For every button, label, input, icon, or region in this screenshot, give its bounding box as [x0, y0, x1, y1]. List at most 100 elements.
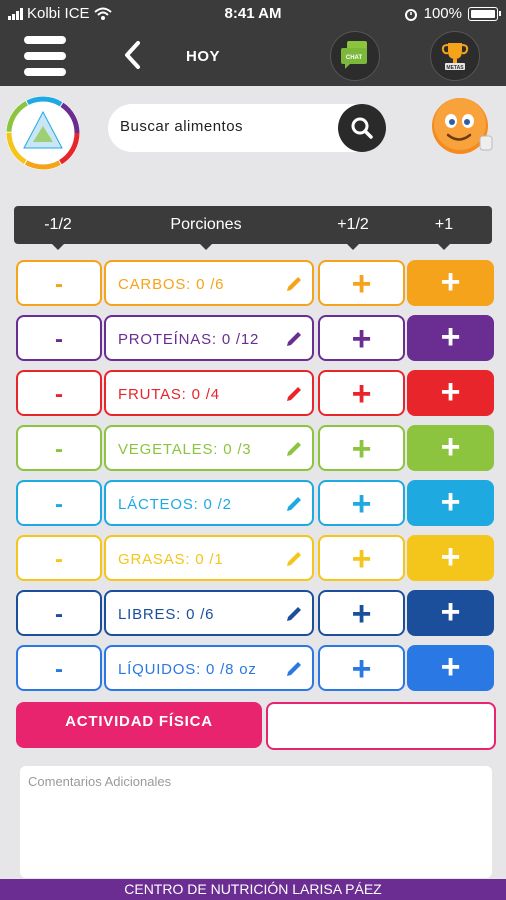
minus-half-button[interactable]: - [16, 590, 102, 636]
plus-one-button[interactable]: + [407, 370, 494, 416]
category-label-field[interactable]: FRUTAS: 0 /4 [104, 370, 314, 416]
header-plus-half: +1/2 [337, 216, 369, 233]
minus-half-button[interactable]: - [16, 370, 102, 416]
pencil-icon[interactable] [284, 329, 304, 349]
plus-one-button[interactable]: + [407, 315, 494, 361]
category-row: - FRUTAS: 0 /4 + + [16, 370, 494, 416]
actividad-fisica-input[interactable] [266, 702, 496, 750]
status-bar: Kolbi ICE 8:41 AM 100% [0, 0, 506, 28]
minus-symbol: - [55, 656, 63, 683]
plus-symbol: + [351, 595, 372, 633]
pencil-icon[interactable] [284, 604, 304, 624]
category-label-field[interactable]: VEGETALES: 0 /3 [104, 425, 314, 471]
nutrition-center-logo [6, 96, 80, 170]
minus-symbol: - [55, 271, 63, 298]
category-label: VEGETALES: 0 /3 [118, 441, 252, 458]
avatar[interactable] [430, 96, 494, 160]
header-notch [347, 244, 359, 250]
plus-symbol: + [440, 263, 461, 301]
chat-icon: CHAT [341, 41, 367, 69]
category-label: FRUTAS: 0 /4 [118, 386, 220, 403]
plus-symbol: + [351, 650, 372, 688]
plus-one-button[interactable]: + [407, 480, 494, 526]
category-label-field[interactable]: PROTEÍNAS: 0 /12 [104, 315, 314, 361]
category-label: LÁCTEOS: 0 /2 [118, 496, 232, 513]
pencil-icon[interactable] [284, 549, 304, 569]
category-row: - GRASAS: 0 /1 + + [16, 535, 494, 581]
plus-symbol: + [440, 373, 461, 411]
plus-symbol: + [440, 538, 461, 576]
trophy-icon: METAS [441, 43, 469, 71]
trophy-button[interactable]: METAS [430, 31, 480, 81]
plus-symbol: + [351, 265, 372, 303]
plus-half-button[interactable]: + [318, 590, 405, 636]
search-bar[interactable]: Buscar alimentos [108, 104, 386, 152]
actividad-fisica-button[interactable]: ACTIVIDAD FÍSICA [16, 702, 262, 748]
minus-half-button[interactable]: - [16, 480, 102, 526]
header-plus-one: +1 [434, 216, 454, 233]
plus-symbol: + [351, 485, 372, 523]
alarm-icon [404, 8, 417, 21]
page-title: HOY [186, 48, 221, 65]
minus-symbol: - [55, 546, 63, 573]
category-label-field[interactable]: CARBOS: 0 /6 [104, 260, 314, 306]
category-label: PROTEÍNAS: 0 /12 [118, 331, 260, 348]
plus-half-button[interactable]: + [318, 260, 405, 306]
pencil-icon[interactable] [284, 384, 304, 404]
category-row: - VEGETALES: 0 /3 + + [16, 425, 494, 471]
comments-placeholder: Comentarios Adicionales [28, 774, 172, 789]
pencil-icon[interactable] [284, 274, 304, 294]
minus-half-button[interactable]: - [16, 535, 102, 581]
minus-symbol: - [55, 491, 63, 518]
category-label: GRASAS: 0 /1 [118, 551, 224, 568]
plus-symbol: + [440, 483, 461, 521]
category-label: CARBOS: 0 /6 [118, 276, 225, 293]
plus-symbol: + [440, 593, 461, 631]
plus-one-button[interactable]: + [407, 645, 494, 691]
plus-half-button[interactable]: + [318, 370, 405, 416]
chat-label: CHAT [346, 55, 363, 61]
search-icon [351, 117, 373, 139]
category-label-field[interactable]: GRASAS: 0 /1 [104, 535, 314, 581]
footer-banner: CENTRO DE NUTRICIÓN LARISA PÁEZ [0, 879, 506, 900]
category-label-field[interactable]: LÁCTEOS: 0 /2 [104, 480, 314, 526]
plus-symbol: + [440, 428, 461, 466]
pencil-icon[interactable] [284, 494, 304, 514]
smiley-avatar-icon [432, 98, 493, 154]
plus-half-button[interactable]: + [318, 535, 405, 581]
chat-button[interactable]: CHAT [330, 31, 380, 81]
pencil-icon[interactable] [284, 659, 304, 679]
category-row: - PROTEÍNAS: 0 /12 + + [16, 315, 494, 361]
comments-textarea[interactable]: Comentarios Adicionales [20, 766, 492, 878]
category-label-field[interactable]: LÍQUIDOS: 0 /8 oz [104, 645, 314, 691]
plus-half-button[interactable]: + [318, 645, 405, 691]
category-label-field[interactable]: LIBRES: 0 /6 [104, 590, 314, 636]
search-button[interactable] [338, 104, 386, 152]
minus-symbol: - [55, 601, 63, 628]
back-arrow-icon[interactable] [120, 40, 146, 70]
plus-half-button[interactable]: + [318, 480, 405, 526]
plus-symbol: + [440, 318, 461, 356]
minus-half-button[interactable]: - [16, 315, 102, 361]
plus-symbol: + [440, 648, 461, 686]
category-label: LÍQUIDOS: 0 /8 oz [118, 661, 257, 678]
plus-one-button[interactable]: + [407, 590, 494, 636]
plus-symbol: + [351, 430, 372, 468]
header-notch [438, 244, 450, 250]
minus-half-button[interactable]: - [16, 645, 102, 691]
battery-icon [468, 6, 501, 21]
search-input[interactable]: Buscar alimentos [120, 118, 243, 135]
minus-half-button[interactable]: - [16, 260, 102, 306]
plus-one-button[interactable]: + [407, 260, 494, 306]
trophy-label: METAS [446, 65, 464, 71]
plus-one-button[interactable]: + [407, 425, 494, 471]
minus-half-button[interactable]: - [16, 425, 102, 471]
header-notch [52, 244, 64, 250]
menu-icon[interactable] [24, 36, 66, 76]
pencil-icon[interactable] [284, 439, 304, 459]
plus-one-button[interactable]: + [407, 535, 494, 581]
header-porciones: Porciones [170, 216, 242, 233]
plus-half-button[interactable]: + [318, 425, 405, 471]
battery-label: 100% [423, 5, 462, 22]
plus-half-button[interactable]: + [318, 315, 405, 361]
